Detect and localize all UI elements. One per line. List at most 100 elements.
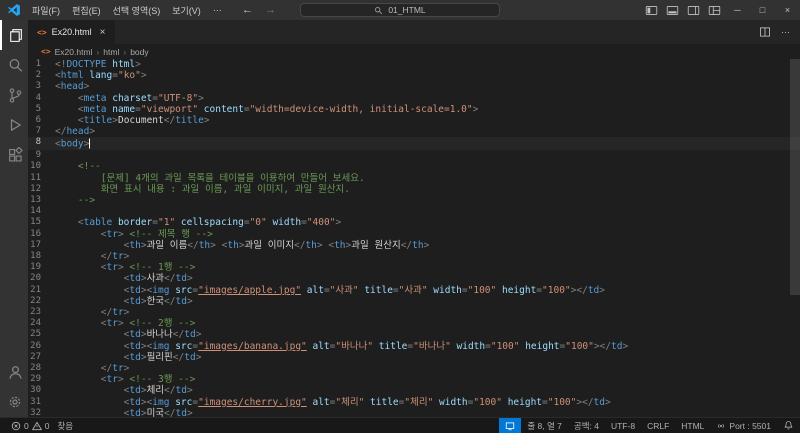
code-line[interactable]: 9 [28, 150, 800, 161]
code-line[interactable]: 7 </head> [28, 126, 800, 137]
line-col-indicator[interactable]: 줄 8, 열 7 [521, 418, 568, 433]
tab-ex20-html[interactable]: <> Ex20.html × [28, 20, 115, 44]
code-line[interactable]: 10 <!-- [28, 161, 800, 172]
command-center-search[interactable]: 01_HTML [300, 3, 500, 17]
tab-actions: ··· [759, 20, 800, 44]
menu-view[interactable]: 보기(V) [166, 0, 207, 20]
scrollbar-thumb[interactable] [790, 59, 800, 296]
vscode-logo-icon [7, 3, 21, 17]
notifications-bell-icon[interactable] [777, 418, 800, 433]
title-bar: 파일(F) 편집(E) 선택 영역(S) 보기(V) ··· ← → 01_HT… [0, 0, 800, 20]
line-number: 9 [35, 150, 41, 161]
text-cursor [89, 138, 91, 149]
breadcrumb-item-file[interactable]: Ex20.html [55, 47, 93, 57]
code-line[interactable]: 32 <td>미국</td> [28, 408, 800, 417]
code-line[interactable]: 20 <td>사과</td> [28, 273, 800, 284]
remote-indicator[interactable] [499, 418, 522, 433]
back-arrow-icon[interactable]: ← [242, 4, 253, 16]
code-editor[interactable]: 1 <!DOCTYPE html> 2 <html lang="ko"> 3 <head>… [28, 59, 800, 417]
line-content: <title>Document</title> [77, 115, 210, 127]
line-content: </tr> [100, 250, 130, 262]
live-server-port[interactable]: Port : 5501 [710, 418, 777, 433]
code-line[interactable]: 24 <tr> <!-- 2행 --> [28, 318, 800, 329]
status-info-label[interactable]: 찾음 [53, 418, 77, 433]
toggle-secondary-sidebar-icon[interactable] [683, 0, 704, 20]
breadcrumb-item-html[interactable]: html [103, 47, 119, 57]
explorer-icon[interactable] [0, 20, 28, 50]
menu-file[interactable]: 파일(F) [26, 0, 66, 20]
code-line[interactable]: 30 <td>체리</td> [28, 385, 800, 396]
code-line[interactable]: 23 </tr> [28, 307, 800, 318]
code-line[interactable]: 27 <td>필리핀</td> [28, 352, 800, 363]
menu-overflow[interactable]: ··· [207, 0, 228, 20]
line-content: <td>체리</td> [123, 385, 193, 397]
code-line[interactable]: 11 [문제] 4개의 과일 목록을 테이블을 이용하여 만들어 보세요. [28, 173, 800, 184]
menu-selection[interactable]: 선택 영역(S) [107, 0, 167, 20]
error-icon [11, 421, 21, 431]
line-number: 7 [35, 126, 41, 137]
code-line[interactable]: 18 </tr> [28, 251, 800, 262]
code-line[interactable]: 26 <td><img src="images/banana.jpg" alt=… [28, 341, 800, 352]
code-line[interactable]: 6 <title>Document</title> [28, 115, 800, 126]
code-line[interactable]: 8 <body> [28, 137, 800, 151]
encoding-indicator[interactable]: UTF-8 [605, 418, 641, 433]
run-debug-icon[interactable] [0, 110, 28, 140]
account-icon[interactable] [0, 357, 28, 387]
code-line[interactable]: 16 <tr> <!-- 제목 행 --> [28, 229, 800, 240]
code-line[interactable]: 3 <head> [28, 81, 800, 92]
customize-layout-icon[interactable] [704, 0, 725, 20]
search-sidebar-icon[interactable] [0, 50, 28, 80]
more-actions-icon[interactable]: ··· [781, 27, 790, 37]
indent-indicator[interactable]: 공백: 4 [568, 418, 605, 433]
toggle-panel-icon[interactable] [662, 0, 683, 20]
activity-bar [0, 20, 28, 417]
settings-gear-icon[interactable] [0, 387, 28, 417]
line-number: 6 [35, 115, 41, 126]
line-content: <html lang="ko"> [55, 70, 147, 82]
code-line[interactable]: 1 <!DOCTYPE html> [28, 59, 800, 70]
code-line[interactable]: 13 --> [28, 195, 800, 206]
toggle-sidebar-icon[interactable] [641, 0, 662, 20]
menu-edit[interactable]: 편집(E) [66, 0, 107, 20]
code-line[interactable]: 22 <td>한국</td> [28, 296, 800, 307]
code-line[interactable]: 21 <td><img src="images/apple.jpg" alt="… [28, 285, 800, 296]
code-line[interactable]: 29 <tr> <!-- 3행 --> [28, 374, 800, 385]
code-line[interactable]: 15 <table border="1" cellspacing="0" wid… [28, 217, 800, 228]
minimize-icon[interactable]: ─ [725, 0, 750, 20]
line-number: 13 [30, 194, 41, 205]
editor-scrollbar[interactable] [790, 59, 800, 417]
extensions-icon[interactable] [0, 140, 28, 170]
language-indicator[interactable]: HTML [675, 418, 710, 433]
line-number: 21 [30, 284, 41, 295]
code-line[interactable]: 14 [28, 206, 800, 217]
line-number: 5 [35, 103, 41, 114]
line-number: 3 [35, 81, 41, 92]
breadcrumb-item-body[interactable]: body [130, 47, 148, 57]
warning-icon [31, 421, 42, 431]
split-editor-icon[interactable] [759, 26, 771, 38]
code-line[interactable]: 4 <meta charset="UTF-8"> [28, 93, 800, 104]
search-icon [374, 6, 383, 15]
code-line[interactable]: 17 <th>과일 이름</th> <th>과일 이미지</th> <th>과일… [28, 240, 800, 251]
code-line[interactable]: 19 <tr> <!-- 1행 --> [28, 262, 800, 273]
forward-arrow-icon[interactable]: → [265, 4, 276, 16]
code-line[interactable]: 2 <html lang="ko"> [28, 70, 800, 81]
line-content: <td><img src="images/banana.jpg" alt="바나… [123, 340, 629, 352]
maximize-icon[interactable]: □ [750, 0, 775, 20]
line-number: 17 [30, 239, 41, 250]
source-control-icon[interactable] [0, 80, 28, 110]
code-line[interactable]: 5 <meta name="viewport" content="width=d… [28, 104, 800, 115]
close-icon[interactable]: × [775, 0, 800, 20]
code-line[interactable]: 25 <td>바나나</td> [28, 329, 800, 340]
line-number: 18 [30, 250, 41, 261]
titlebar-right: ─ □ × [641, 0, 800, 20]
problems-indicator[interactable]: 0 0 [7, 418, 53, 433]
line-content: <tr> <!-- 제목 행 --> [100, 228, 213, 240]
tab-close-icon[interactable]: × [100, 27, 106, 38]
chevron-right-icon: › [96, 46, 100, 57]
code-line[interactable]: 31 <td><img src="images/cherry.jpg" alt=… [28, 397, 800, 408]
line-content: <!DOCTYPE html> [55, 59, 141, 70]
code-line[interactable]: 12 화면 표시 내용 : 과일 이름, 과일 이미지, 과일 원산지. [28, 184, 800, 195]
code-line[interactable]: 28 </tr> [28, 363, 800, 374]
eol-indicator[interactable]: CRLF [641, 418, 675, 433]
